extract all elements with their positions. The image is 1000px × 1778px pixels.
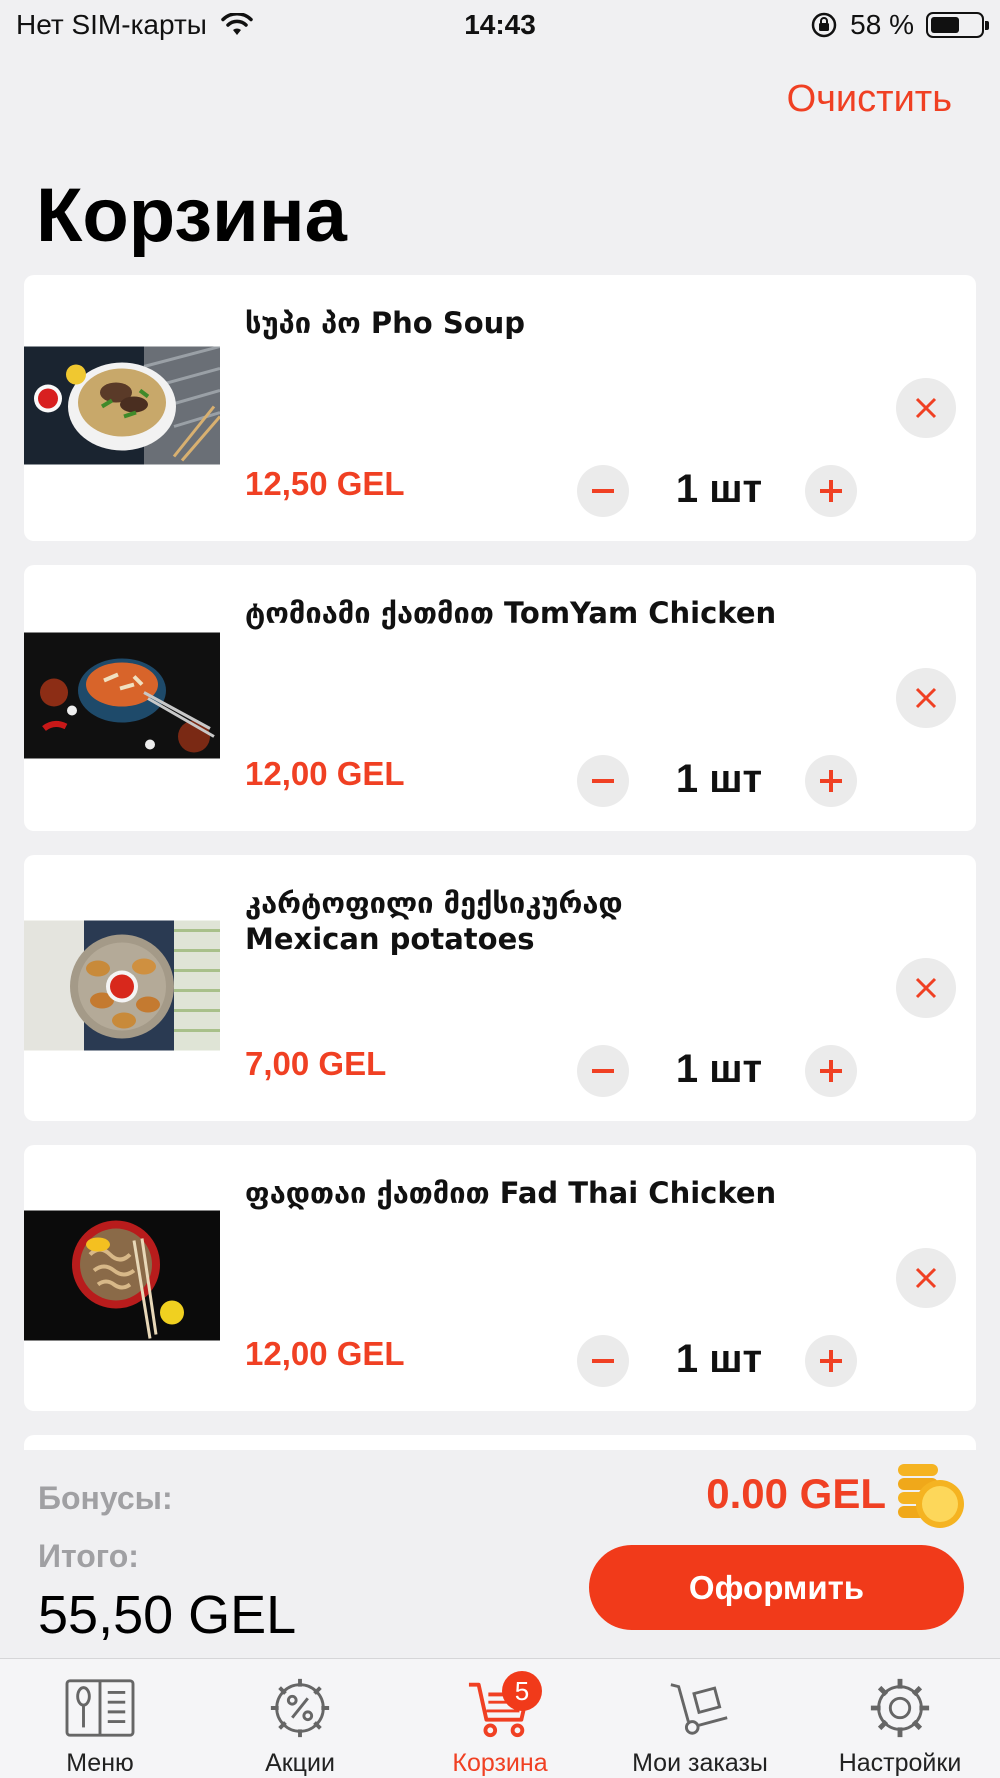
battery-level (931, 17, 959, 33)
increase-quantity-button[interactable] (805, 465, 857, 517)
tab-my-orders[interactable]: Мои заказы (600, 1659, 800, 1778)
tab-cart[interactable]: 5 Корзина (400, 1659, 600, 1778)
coins-icon (898, 1464, 964, 1528)
minus-icon (592, 1359, 614, 1363)
status-left: Нет SIM-карты (16, 9, 253, 41)
item-price: 7,00 GEL (245, 1045, 387, 1082)
remove-item-button[interactable] (896, 668, 956, 728)
close-icon (915, 1267, 937, 1289)
carrier-label: Нет SIM-карты (16, 9, 207, 40)
cart-item-partial (24, 1435, 976, 1450)
tab-label: Меню (66, 1749, 134, 1777)
item-name: ტომიამი ქათმით TomYam Chicken (245, 596, 777, 630)
rotation-lock-icon (811, 12, 837, 38)
cart-item: კარტოფილი მექსიკურად Mexican potatoes 7,… (24, 855, 976, 1121)
checkout-button[interactable]: Оформить (589, 1545, 964, 1630)
battery-icon (926, 12, 989, 38)
plus-icon (820, 770, 842, 792)
battery-percent: 58 % (850, 9, 914, 40)
tab-label: Настройки (838, 1749, 962, 1777)
product-image (24, 1210, 220, 1346)
decrease-quantity-button[interactable] (577, 1045, 629, 1097)
plus-icon (820, 1350, 842, 1372)
increase-quantity-button[interactable] (805, 1335, 857, 1387)
gear-icon (870, 1678, 930, 1738)
total-value: 55,50 GEL (38, 1585, 297, 1645)
minus-icon (592, 1069, 614, 1073)
increase-quantity-button[interactable] (805, 755, 857, 807)
item-price: 12,00 GEL (245, 1335, 405, 1372)
minus-icon (592, 779, 614, 783)
product-image (24, 632, 220, 764)
page-title: Корзина (36, 173, 347, 258)
remove-item-button[interactable] (896, 958, 956, 1018)
item-price: 12,50 GEL (245, 465, 405, 502)
remove-item-button[interactable] (896, 1248, 956, 1308)
bonus-label: Бонусы: (38, 1480, 173, 1516)
item-price: 12,00 GEL (245, 755, 405, 792)
product-image (24, 920, 220, 1056)
bonus-value: 0.00 GEL (706, 1470, 886, 1517)
item-quantity: 1 шт (675, 467, 763, 511)
menu-book-icon (65, 1679, 135, 1737)
cart-list[interactable]: სუპი პო Pho Soup 12,50 GEL 1 шт ტომიამი … (24, 275, 976, 1450)
item-quantity: 1 шт (675, 1337, 763, 1381)
tab-label: Мои заказы (632, 1749, 768, 1777)
decrease-quantity-button[interactable] (577, 1335, 629, 1387)
item-name: კარტოფილი მექსიკურად Mexican potatoes (245, 886, 623, 956)
product-image (24, 346, 220, 470)
plus-icon (820, 480, 842, 502)
tab-label: Акции (265, 1749, 335, 1777)
tab-settings[interactable]: Настройки (800, 1659, 1000, 1778)
tab-promotions[interactable]: Акции (200, 1659, 400, 1778)
remove-item-button[interactable] (896, 378, 956, 438)
cart-item: ფადთაი ქათმით Fad Thai Chicken 12,00 GEL… (24, 1145, 976, 1411)
order-summary: Бонусы: 0.00 GEL Итого: 55,50 GEL Оформи… (0, 1450, 1000, 1658)
clear-cart-button[interactable]: Очистить (787, 78, 952, 121)
status-right: 58 % (810, 9, 989, 41)
wifi-icon (221, 13, 253, 35)
decrease-quantity-button[interactable] (577, 755, 629, 807)
discount-gear-icon (270, 1678, 330, 1738)
hand-truck-icon (670, 1683, 728, 1735)
total-label: Итого: (38, 1538, 139, 1574)
minus-icon (592, 489, 614, 493)
close-icon (915, 687, 937, 709)
tab-label: Корзина (452, 1749, 548, 1777)
item-name: ფადთაი ქათმით Fad Thai Chicken (245, 1176, 777, 1210)
tab-bar: Меню Акции 5 Корзина Мои заказы Настройк… (0, 1658, 1000, 1778)
plus-icon (820, 1060, 842, 1082)
increase-quantity-button[interactable] (805, 1045, 857, 1097)
decrease-quantity-button[interactable] (577, 465, 629, 517)
status-bar: Нет SIM-карты 14:43 58 % (0, 0, 1000, 50)
item-quantity: 1 шт (675, 757, 763, 801)
item-name: სუპი პო Pho Soup (245, 306, 526, 340)
close-icon (915, 397, 937, 419)
tab-menu[interactable]: Меню (0, 1659, 200, 1778)
cart-item: სუპი პო Pho Soup 12,50 GEL 1 шт (24, 275, 976, 541)
cart-item: ტომიამი ქათმით TomYam Chicken 12,00 GEL … (24, 565, 976, 831)
cart-badge: 5 (502, 1671, 542, 1711)
item-quantity: 1 шт (675, 1047, 763, 1091)
close-icon (915, 977, 937, 999)
